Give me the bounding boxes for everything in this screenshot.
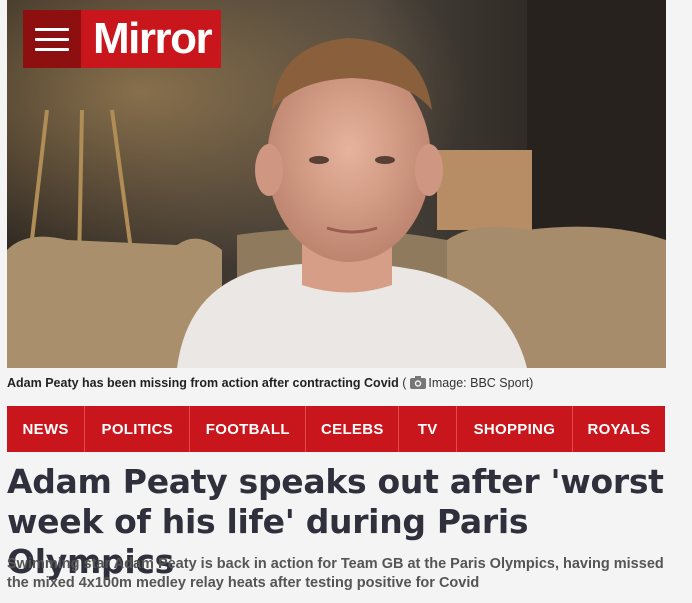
nav-item-royals[interactable]: ROYALS <box>573 406 665 452</box>
mirror-logo[interactable]: Mirror <box>23 10 222 68</box>
hero-image: Mirror <box>7 0 666 368</box>
nav-item-shopping[interactable]: SHOPPING <box>457 406 573 452</box>
nav-item-politics[interactable]: POLITICS <box>85 406 191 452</box>
image-credit: Image: BBC Sport) <box>428 376 534 390</box>
article-standfirst: Swimming star Adam Peaty is back in acti… <box>7 556 664 591</box>
image-caption: Adam Peaty has been missing from action … <box>7 376 533 390</box>
nav-item-football[interactable]: FOOTBALL <box>190 406 307 452</box>
logo-wordmark[interactable]: Mirror <box>81 10 222 68</box>
caption-text: Adam Peaty has been missing from action … <box>7 376 399 390</box>
section-nav: NEWS POLITICS FOOTBALL CELEBS TV SHOPPIN… <box>7 406 665 452</box>
camera-icon <box>410 376 427 389</box>
hamburger-icon[interactable] <box>23 10 81 68</box>
nav-item-news[interactable]: NEWS <box>7 406 86 452</box>
nav-item-celebs[interactable]: CELEBS <box>306 406 400 452</box>
nav-item-tv[interactable]: TV <box>399 406 457 452</box>
caption-paren: ( <box>402 376 407 390</box>
